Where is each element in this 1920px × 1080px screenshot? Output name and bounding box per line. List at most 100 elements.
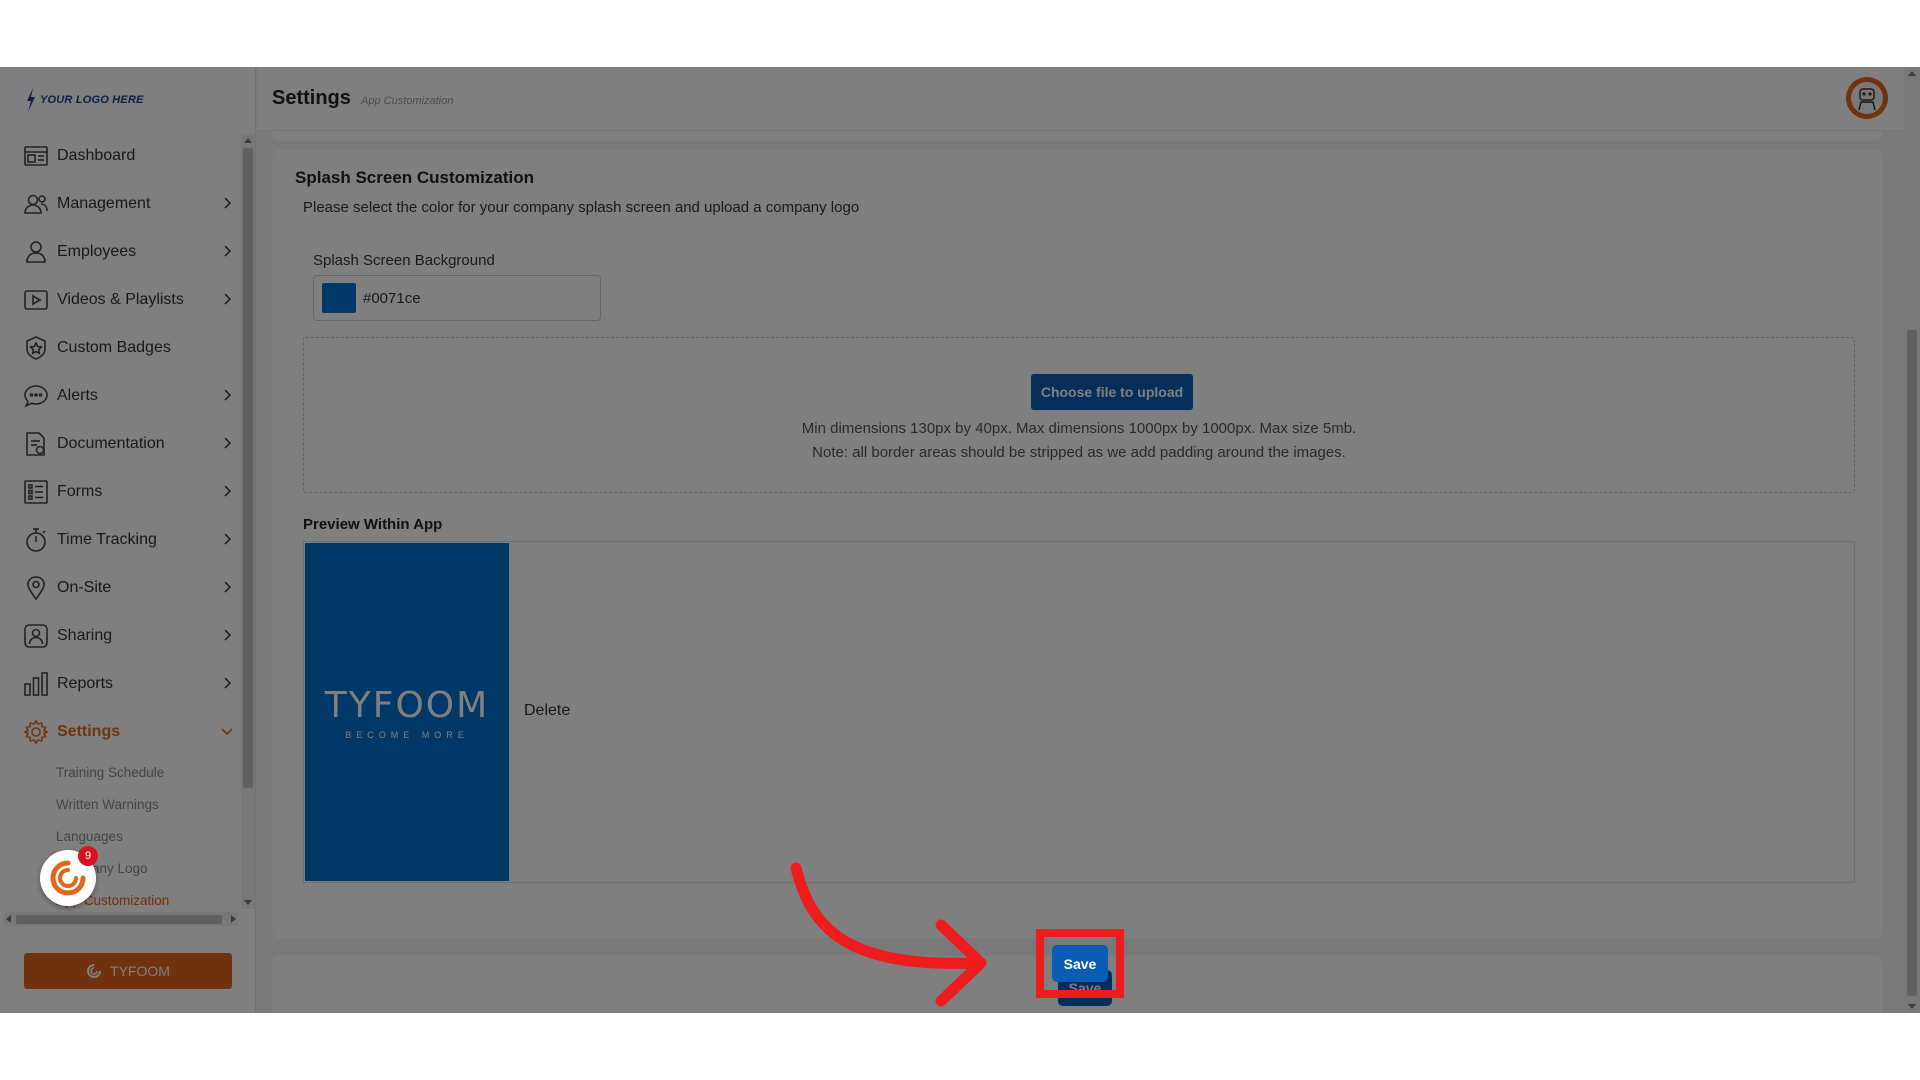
lightning-bolt-icon xyxy=(27,88,35,112)
robot-avatar-icon xyxy=(1851,82,1883,114)
tyfoom-button-label: TYFOOM xyxy=(110,963,170,979)
top-header: Settings App Customization xyxy=(257,67,1904,131)
save-highlight-box: Save xyxy=(1036,929,1124,998)
submenu-item-written-warnings[interactable]: Written Warnings xyxy=(0,788,240,820)
tyfoom-swirl-icon xyxy=(87,964,102,978)
scroll-down-arrow-icon[interactable] xyxy=(1908,1004,1916,1009)
save-button[interactable]: Save xyxy=(1052,945,1108,982)
chevron-right-icon xyxy=(224,629,232,641)
badge-icon xyxy=(26,336,46,360)
color-value: #0071ce xyxy=(363,289,421,307)
main-content: Splash Screen Customization Please selec… xyxy=(257,131,1904,1013)
tyfoom-button[interactable]: TYFOOM xyxy=(24,953,232,989)
sidebar-item-videos-playlists[interactable]: Videos & Playlists xyxy=(0,276,240,324)
sidebar-item-label: Management xyxy=(57,195,151,212)
logo-upload-dropzone[interactable]: Choose file to upload Min dimensions 130… xyxy=(303,337,1855,493)
chevron-right-icon xyxy=(224,581,232,593)
sidebar-item-sharing[interactable]: Sharing xyxy=(0,612,240,660)
sidebar-item-label: Custom Badges xyxy=(57,339,171,356)
preview-title: Preview Within App xyxy=(303,516,443,533)
submenu-item-company-logo[interactable]: Company Logo xyxy=(0,852,240,884)
scrollbar-thumb[interactable] xyxy=(1907,330,1917,996)
preview-panel: TYFOOM BECOME MORE Delete xyxy=(303,541,1855,883)
share-user-icon xyxy=(24,624,48,648)
scroll-up-arrow-icon[interactable] xyxy=(244,138,252,143)
chevron-right-icon xyxy=(224,533,232,545)
sidebar-menu: Dashboard Management Employees Videos & … xyxy=(0,132,240,974)
company-logo[interactable]: YOUR LOGO HERE xyxy=(26,85,144,115)
sidebar-item-alerts[interactable]: Alerts xyxy=(0,372,240,420)
location-pin-icon xyxy=(27,576,45,601)
sidebar-item-label: Sharing xyxy=(57,627,113,644)
sidebar-horizontal-scrollbar[interactable] xyxy=(4,912,238,926)
sidebar-item-employees[interactable]: Employees xyxy=(0,228,240,276)
upload-dimensions-note: Min dimensions 130px by 40px. Max dimens… xyxy=(801,420,1357,437)
alert-bubble-icon xyxy=(24,385,48,408)
dashboard-icon xyxy=(24,146,48,166)
sidebar-item-time-tracking[interactable]: Time Tracking xyxy=(0,516,240,564)
sidebar-item-label: Dashboard xyxy=(57,147,136,164)
scroll-left-arrow-icon[interactable] xyxy=(6,915,11,923)
preview-logo-text: TYFOOM xyxy=(324,684,490,726)
management-icon xyxy=(24,194,48,214)
sidebar-item-on-site[interactable]: On-Site xyxy=(0,564,240,612)
sidebar-item-label: On-Site xyxy=(57,579,112,596)
chevron-right-icon xyxy=(224,293,232,305)
breadcrumb: App Customization xyxy=(361,95,454,107)
annotation-arrow-icon xyxy=(790,862,987,1007)
scroll-down-arrow-icon[interactable] xyxy=(244,900,252,905)
sidebar-item-custom-badges[interactable]: Custom Badges xyxy=(0,324,240,372)
splash-preview: TYFOOM BECOME MORE xyxy=(305,543,509,881)
sidebar-item-label: Employees xyxy=(57,243,137,260)
preview-tagline: BECOME MORE xyxy=(345,729,469,740)
sidebar-item-label: Settings xyxy=(57,723,121,740)
background-color-label: Splash Screen Background xyxy=(313,252,495,269)
section-description: Please select the color for your company… xyxy=(303,199,860,216)
page-title: Settings xyxy=(272,87,351,109)
chevron-right-icon xyxy=(224,677,232,689)
page-vertical-scrollbar[interactable] xyxy=(1904,67,1920,1013)
sidebar-item-label: Alerts xyxy=(57,387,98,404)
gear-icon xyxy=(23,719,49,745)
section-title: Splash Screen Customization xyxy=(295,168,534,187)
sidebar-item-dashboard[interactable]: Dashboard xyxy=(0,132,240,180)
sidebar-item-label: Documentation xyxy=(57,435,165,452)
sidebar-item-forms[interactable]: Forms xyxy=(0,468,240,516)
scroll-right-arrow-icon[interactable] xyxy=(231,915,236,923)
sidebar-item-reports[interactable]: Reports xyxy=(0,660,240,708)
background-color-input[interactable]: #0071ce xyxy=(313,275,601,321)
document-icon xyxy=(26,432,45,456)
scroll-up-arrow-icon[interactable] xyxy=(1908,71,1916,76)
notification-badge: 9 xyxy=(78,846,98,866)
chevron-right-icon xyxy=(224,245,232,257)
upload-border-note: Note: all border areas should be strippe… xyxy=(812,444,1346,461)
stopwatch-icon xyxy=(26,528,46,552)
play-icon xyxy=(24,290,48,310)
chevron-right-icon xyxy=(224,485,232,497)
chevron-right-icon xyxy=(224,197,232,209)
sidebar-item-label: Reports xyxy=(57,675,114,692)
scrollbar-thumb[interactable] xyxy=(243,148,253,788)
sidebar-item-management[interactable]: Management xyxy=(0,180,240,228)
sidebar-vertical-scrollbar[interactable] xyxy=(241,134,255,909)
sidebar: YOUR LOGO HERE Dashboard Management Empl… xyxy=(0,67,256,1013)
submenu-item-languages[interactable]: Languages xyxy=(0,820,240,852)
form-list-icon xyxy=(24,480,48,504)
sidebar-item-label: Forms xyxy=(57,483,103,500)
sidebar-item-label: Videos & Playlists xyxy=(57,291,184,308)
color-swatch[interactable] xyxy=(322,283,356,313)
choose-file-button[interactable]: Choose file to upload xyxy=(1031,374,1193,410)
bar-chart-icon xyxy=(24,672,48,696)
user-icon xyxy=(26,241,46,263)
splash-screen-card: Splash Screen Customization Please selec… xyxy=(272,150,1882,938)
submenu-item-training-schedule[interactable]: Training Schedule xyxy=(0,756,240,788)
sidebar-item-documentation[interactable]: Documentation xyxy=(0,420,240,468)
scrollbar-thumb[interactable] xyxy=(16,915,222,924)
delete-logo-link[interactable]: Delete xyxy=(524,702,570,720)
sidebar-item-label: Time Tracking xyxy=(57,531,157,548)
chevron-right-icon xyxy=(224,437,232,449)
previous-card xyxy=(272,131,1882,141)
sidebar-item-settings[interactable]: Settings xyxy=(0,708,240,756)
avatar[interactable] xyxy=(1846,77,1888,119)
chevron-down-icon xyxy=(221,728,233,736)
